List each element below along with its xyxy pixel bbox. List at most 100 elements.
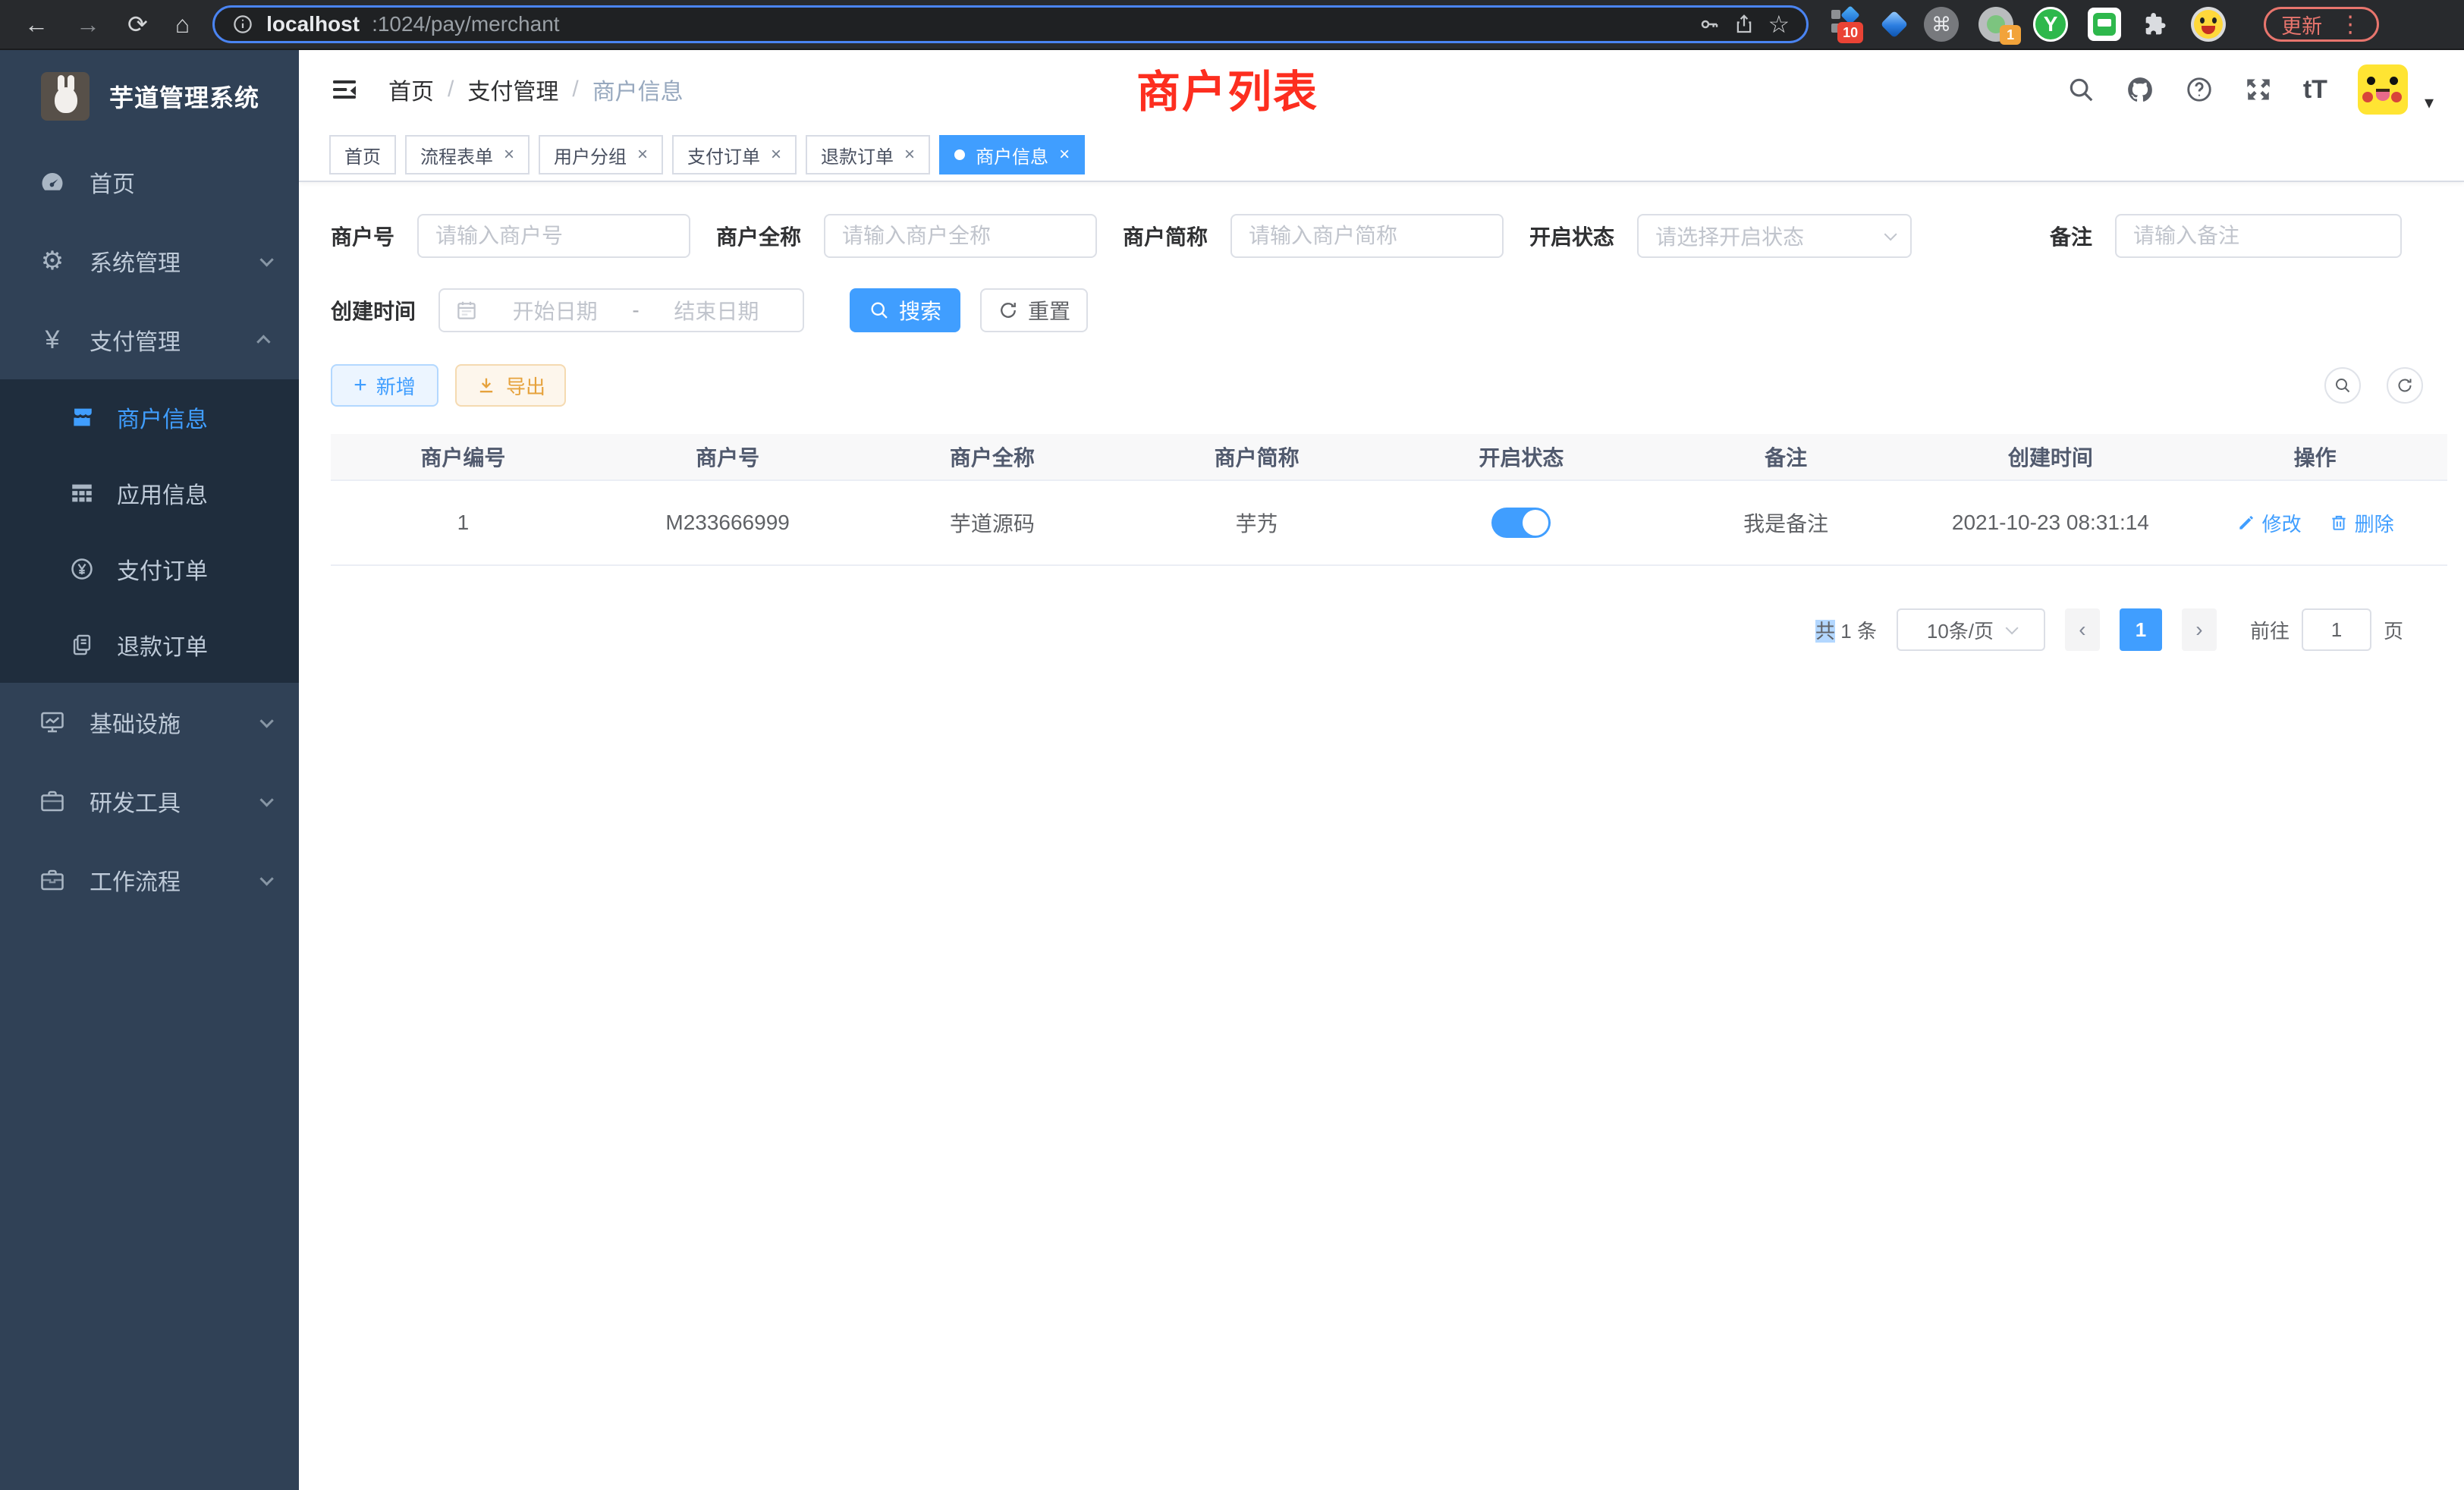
sidebar-item-dev-tools[interactable]: 研发工具 bbox=[0, 762, 299, 841]
cell-operations: 修改 删除 bbox=[2183, 509, 2447, 537]
app-logo-block[interactable]: 芋道管理系统 bbox=[0, 50, 299, 143]
goto-label: 前往 bbox=[2250, 616, 2290, 644]
edit-link[interactable]: 修改 bbox=[2236, 509, 2302, 537]
sidebar-item-app-info[interactable]: 应用信息 bbox=[0, 455, 299, 531]
column-header: 商户号 bbox=[596, 442, 860, 472]
sidebar-item-payment[interactable]: ¥ 支付管理 bbox=[0, 300, 299, 379]
tab-home[interactable]: 首页 bbox=[329, 135, 396, 174]
goto-page-input[interactable] bbox=[2302, 608, 2371, 651]
share-icon[interactable] bbox=[1733, 13, 1755, 36]
toggle-search-button[interactable] bbox=[2324, 367, 2361, 404]
tab-user-group[interactable]: 用户分组 × bbox=[539, 135, 663, 174]
tab-refund-order[interactable]: 退款订单 × bbox=[806, 135, 930, 174]
filter-full-name: 商户全称 bbox=[716, 214, 1097, 258]
sidebar-item-workflow[interactable]: 工作流程 bbox=[0, 841, 299, 919]
sidebar-item-merchant-info[interactable]: 商户信息 bbox=[0, 379, 299, 455]
search-icon[interactable] bbox=[2066, 75, 2095, 104]
profile-avatar-icon[interactable] bbox=[2191, 7, 2226, 42]
column-header: 商户简称 bbox=[1124, 442, 1389, 472]
end-date-placeholder[interactable]: 结束日期 bbox=[646, 295, 787, 325]
search-icon bbox=[2334, 376, 2352, 395]
avatar-caret-icon[interactable]: ▾ bbox=[2425, 92, 2434, 114]
refresh-table-button[interactable] bbox=[2387, 367, 2423, 404]
search-button[interactable]: 搜索 bbox=[850, 288, 960, 332]
status-select[interactable]: 请选择开启状态 bbox=[1637, 214, 1912, 258]
toolbar-right-actions bbox=[2324, 367, 2423, 404]
browser-menu-icon[interactable]: ⋮ bbox=[2339, 11, 2362, 38]
start-date-placeholder[interactable]: 开始日期 bbox=[484, 295, 626, 325]
fullscreen-icon[interactable] bbox=[2244, 75, 2273, 104]
browser-home-icon[interactable]: ⌂ bbox=[175, 12, 190, 36]
plus-icon: + bbox=[354, 372, 367, 398]
breadcrumb-payment[interactable]: 支付管理 bbox=[467, 73, 558, 106]
close-icon[interactable]: × bbox=[771, 144, 781, 165]
close-icon[interactable]: × bbox=[904, 144, 915, 165]
column-header: 创建时间 bbox=[1919, 442, 2183, 472]
extension-gem-icon[interactable] bbox=[1881, 11, 1909, 39]
column-header: 开启状态 bbox=[1389, 442, 1654, 472]
close-icon[interactable]: × bbox=[637, 144, 648, 165]
tab-pay-order[interactable]: 支付订单 × bbox=[672, 135, 797, 174]
navbar-actions: tT ▾ bbox=[2066, 64, 2434, 115]
github-icon[interactable] bbox=[2126, 75, 2154, 104]
close-icon[interactable]: × bbox=[1059, 144, 1070, 165]
breadcrumb: 首页 / 支付管理 / 商户信息 bbox=[388, 73, 684, 106]
tab-merchant-info[interactable]: 商户信息 × bbox=[939, 135, 1085, 174]
close-icon[interactable]: × bbox=[504, 144, 514, 165]
add-button[interactable]: + 新增 bbox=[331, 364, 438, 407]
extension-chat-icon[interactable] bbox=[2088, 8, 2121, 41]
sidebar-item-refund-order[interactable]: 退款订单 bbox=[0, 607, 299, 683]
delete-link[interactable]: 删除 bbox=[2329, 509, 2394, 537]
browser-back-icon[interactable]: ← bbox=[24, 12, 49, 36]
reset-button[interactable]: 重置 bbox=[980, 288, 1088, 332]
browser-address-bar[interactable]: localhost:1024/pay/merchant ☆ bbox=[212, 5, 1809, 43]
extensions-puzzle-icon[interactable] bbox=[2141, 9, 2171, 39]
page-info-icon[interactable] bbox=[231, 13, 254, 36]
table-row: 1 M233666999 芋道源码 芋艿 我是备注 2021-10-23 08:… bbox=[331, 481, 2447, 566]
full-name-input[interactable] bbox=[824, 214, 1097, 258]
remark-input[interactable] bbox=[2115, 214, 2402, 258]
chevron-down-icon bbox=[259, 793, 273, 806]
page-size-select[interactable]: 10条/页 bbox=[1897, 608, 2045, 651]
url-path: :1024/pay/merchant bbox=[372, 12, 560, 36]
password-key-icon[interactable] bbox=[1698, 13, 1721, 36]
extension-badge: 10 bbox=[1837, 22, 1863, 43]
filter-status: 开启状态 请选择开启状态 bbox=[1529, 214, 1912, 258]
status-select-placeholder: 请选择开启状态 bbox=[1655, 221, 1884, 251]
sidebar-item-pay-order[interactable]: 支付订单 bbox=[0, 531, 299, 607]
filter-create-time: 创建时间 开始日期 - 结束日期 bbox=[331, 288, 804, 332]
breadcrumb-home[interactable]: 首页 bbox=[388, 73, 434, 106]
bookmark-star-icon[interactable]: ☆ bbox=[1768, 12, 1790, 36]
current-page-button[interactable]: 1 bbox=[2120, 608, 2162, 651]
prev-page-button[interactable]: ‹ bbox=[2065, 608, 2100, 651]
browser-update-button[interactable]: 更新 ⋮ bbox=[2264, 7, 2379, 42]
cell-merchant-id: 1 bbox=[331, 511, 596, 535]
short-name-input[interactable] bbox=[1230, 214, 1504, 258]
tab-process-form[interactable]: 流程表单 × bbox=[405, 135, 530, 174]
sidebar-collapse-icon[interactable] bbox=[329, 74, 360, 105]
merchant-no-input[interactable] bbox=[417, 214, 690, 258]
sidebar-item-home[interactable]: 首页 bbox=[0, 143, 299, 222]
store-icon bbox=[67, 404, 97, 430]
date-range-separator: - bbox=[632, 298, 639, 322]
filter-row-2: 创建时间 开始日期 - 结束日期 搜索 重置 bbox=[331, 288, 2434, 332]
browser-reload-icon[interactable]: ⟳ bbox=[127, 12, 148, 36]
extension-tabs-icon[interactable]: 10 bbox=[1830, 5, 1865, 43]
font-size-icon[interactable]: tT bbox=[2303, 75, 2327, 105]
app-logo-rabbit-image bbox=[41, 72, 90, 121]
extension-command-icon[interactable]: ⌘ bbox=[1924, 7, 1959, 42]
sidebar-item-infrastructure[interactable]: 基础设施 bbox=[0, 683, 299, 762]
help-icon[interactable] bbox=[2185, 75, 2214, 104]
extension-status-icon[interactable]: 1 bbox=[1978, 7, 2013, 42]
sidebar-item-system[interactable]: ⚙ 系统管理 bbox=[0, 222, 299, 300]
browser-forward-icon[interactable]: → bbox=[76, 12, 100, 36]
export-button[interactable]: 导出 bbox=[455, 364, 566, 407]
download-icon bbox=[476, 375, 497, 396]
extension-y-icon[interactable]: Y bbox=[2033, 7, 2068, 42]
cell-full-name: 芋道源码 bbox=[860, 508, 1125, 538]
status-toggle[interactable] bbox=[1491, 508, 1551, 538]
breadcrumb-separator: / bbox=[448, 77, 454, 102]
next-page-button[interactable]: › bbox=[2182, 608, 2217, 651]
user-avatar[interactable] bbox=[2358, 64, 2408, 115]
date-range-picker[interactable]: 开始日期 - 结束日期 bbox=[438, 288, 804, 332]
